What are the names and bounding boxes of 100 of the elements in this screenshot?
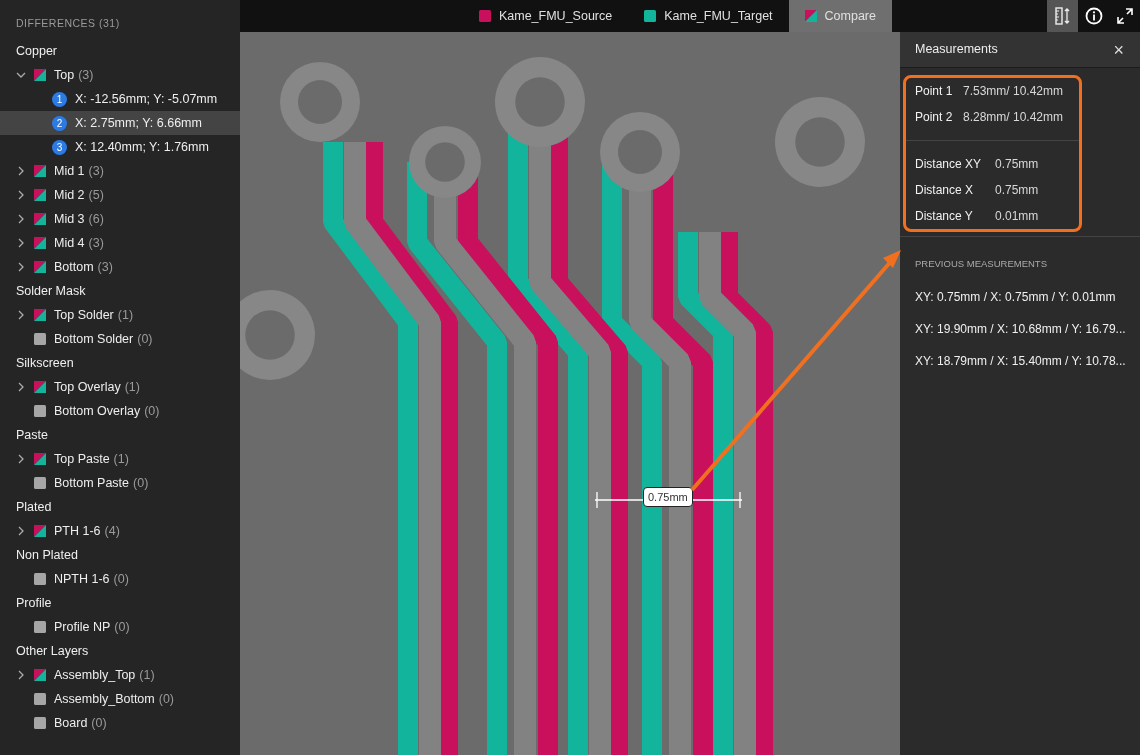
expand-chevron-icon[interactable] xyxy=(16,214,26,224)
group-label: Solder Mask xyxy=(15,283,87,300)
expand-chevron-icon[interactable] xyxy=(16,454,26,464)
layer-swatch-icon xyxy=(34,621,46,633)
layer-name[interactable]: Profile NP xyxy=(54,617,111,637)
expand-chevron-icon[interactable] xyxy=(16,166,26,176)
layer-name[interactable]: NPTH 1-6 xyxy=(54,569,110,589)
previous-measurement[interactable]: XY: 19.90mm / X: 10.68mm / Y: 16.79... xyxy=(900,313,1140,346)
layer-swatch-icon xyxy=(34,525,46,537)
layer-swatch-icon xyxy=(34,213,46,225)
layer-name[interactable]: Top xyxy=(54,65,75,85)
tab[interactable]: Kame_FMU_Target xyxy=(628,0,789,32)
difference-count: (0) xyxy=(113,570,129,588)
previous-measurement[interactable]: XY: 18.79mm / X: 15.40mm / Y: 10.78... xyxy=(900,345,1140,378)
coordinate-label: X: 12.40mm; Y: 1.76mm xyxy=(75,138,209,156)
tab[interactable]: Compare xyxy=(788,0,892,32)
difference-count: (1) xyxy=(139,666,155,684)
difference-item[interactable]: 2 X: 2.75mm; Y: 6.66mm xyxy=(0,111,240,135)
layer-name[interactable]: Board xyxy=(54,713,88,733)
previous-measurement[interactable]: XY: 0.75mm / X: 0.75mm / Y: 0.01mm xyxy=(900,281,1140,314)
expand-chevron-icon[interactable] xyxy=(16,670,26,680)
difference-count: (3) xyxy=(78,66,94,84)
difference-count: (3) xyxy=(97,258,113,276)
layer-name[interactable]: Bottom xyxy=(54,257,94,277)
fullscreen-icon xyxy=(1114,6,1135,26)
group-label: Silkscreen xyxy=(15,355,75,372)
layer-swatch-icon xyxy=(34,261,46,273)
layer-name[interactable]: Bottom Solder xyxy=(54,329,134,349)
ruler-button[interactable] xyxy=(1047,0,1078,32)
layer-name[interactable]: Mid 1 xyxy=(54,161,85,181)
layer-name[interactable]: Bottom Overlay xyxy=(54,401,141,421)
layer-swatch-icon xyxy=(34,189,46,201)
difference-count: (3) xyxy=(88,234,104,252)
difference-item[interactable]: 3 X: 12.40mm; Y: 1.76mm xyxy=(0,135,240,159)
difference-count: (0) xyxy=(114,618,130,636)
difference-count: (4) xyxy=(104,522,120,540)
difference-count: (0) xyxy=(158,690,174,708)
number-badge: 2 xyxy=(52,115,67,131)
layer-name[interactable]: Bottom Paste xyxy=(54,473,130,493)
panel-title: DIFFERENCES (31) xyxy=(15,16,121,31)
measurement-label: Point 2 xyxy=(915,109,954,126)
group-label: Non Plated xyxy=(15,547,79,564)
number-badge: 3 xyxy=(52,139,67,155)
layer-swatch-icon xyxy=(34,717,46,729)
difference-count: (0) xyxy=(91,714,107,732)
layer-name[interactable]: Mid 4 xyxy=(54,233,85,253)
difference-count: (6) xyxy=(88,210,104,228)
measurement-label: Distance XY xyxy=(915,156,983,173)
layer-swatch-icon xyxy=(34,453,46,465)
expand-chevron-icon[interactable] xyxy=(16,238,26,248)
difference-count: (1) xyxy=(124,378,140,396)
info-icon xyxy=(1083,6,1104,26)
tab[interactable]: Kame_FMU_Source xyxy=(462,0,629,32)
layer-name[interactable]: Mid 3 xyxy=(54,209,85,229)
difference-count: (0) xyxy=(144,402,160,420)
difference-count: (5) xyxy=(88,186,104,204)
collapse-chevron-icon[interactable] xyxy=(16,70,26,80)
layer-name[interactable]: Top Paste xyxy=(54,449,110,469)
expand-chevron-icon[interactable] xyxy=(16,262,26,272)
group-label: Copper xyxy=(15,43,58,60)
expand-chevron-icon[interactable] xyxy=(16,310,26,320)
measurement-value: 8.28mm/ 10.42mm xyxy=(963,109,1064,126)
layer-name[interactable]: Assembly_Bottom xyxy=(54,689,155,709)
difference-count: (1) xyxy=(113,450,129,468)
layer-name[interactable]: Mid 2 xyxy=(54,185,85,205)
difference-count: (1) xyxy=(117,306,134,324)
expand-chevron-icon[interactable] xyxy=(16,190,26,200)
layer-name[interactable]: Top Overlay xyxy=(54,377,121,397)
group-label: Other Layers xyxy=(15,643,90,660)
coordinate-label: X: -12.56mm; Y: -5.07mm xyxy=(75,90,218,108)
layer-swatch-icon xyxy=(34,237,46,249)
group-label: Plated xyxy=(15,499,53,516)
coordinate-label: X: 2.75mm; Y: 6.66mm xyxy=(75,114,202,132)
layer-swatch-icon xyxy=(34,165,46,177)
difference-item[interactable]: 1 X: -12.56mm; Y: -5.07mm xyxy=(0,87,240,111)
layer-swatch-icon xyxy=(34,573,46,585)
expand-chevron-icon[interactable] xyxy=(16,526,26,536)
layer-name[interactable]: Assembly_Top xyxy=(54,665,136,685)
measurement-label: Point 1 xyxy=(915,83,954,100)
measurement-label: Distance X xyxy=(915,182,975,199)
difference-count: (0) xyxy=(137,330,153,348)
measurement-value: 0.01mm xyxy=(995,208,1039,225)
panel-title: Measurements xyxy=(915,41,998,59)
layer-swatch-icon xyxy=(34,693,46,705)
measurement-label: 0.75mm xyxy=(643,487,693,507)
measurement-value: 0.75mm xyxy=(995,182,1039,199)
layer-name[interactable]: PTH 1-6 xyxy=(54,521,101,541)
close-button[interactable]: × xyxy=(1113,40,1124,59)
layer-swatch-icon xyxy=(34,69,46,81)
layer-swatch-icon xyxy=(34,309,46,321)
group-label: Paste xyxy=(15,427,49,444)
layer-name[interactable]: Top Solder xyxy=(54,305,114,325)
layer-swatch-icon xyxy=(34,333,46,345)
layer-swatch-icon xyxy=(34,669,46,681)
measurement-value: 7.53mm/ 10.42mm xyxy=(963,83,1064,100)
number-badge: 1 xyxy=(52,91,67,107)
expand-chevron-icon[interactable] xyxy=(16,382,26,392)
group-label: Profile xyxy=(15,595,53,612)
section-heading: PREVIOUS MEASUREMENTS xyxy=(914,257,1048,271)
measurement-value: 0.75mm xyxy=(995,156,1039,173)
